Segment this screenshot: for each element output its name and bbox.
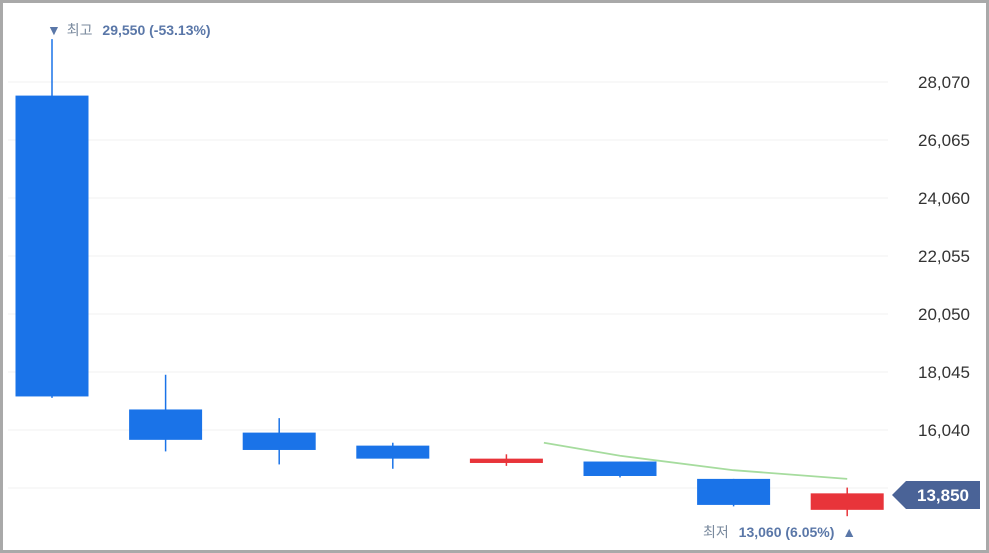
candle-body <box>810 493 884 510</box>
svg-text:▼ 최고 29,550 (-53.1: ▼ 최고 29,550 (-53.13%) <box>47 22 211 38</box>
y-tick-label: 18,045 <box>918 363 970 382</box>
candle-body <box>129 409 203 440</box>
candles <box>15 39 884 517</box>
candle-body <box>469 458 543 463</box>
low-value: 13,060 (6.05%) <box>739 524 835 540</box>
candle <box>583 461 657 478</box>
candle-body <box>697 478 771 505</box>
low-marker: ▲ <box>842 524 856 540</box>
candle-body <box>15 95 89 397</box>
high-value: 29,550 (-53.13%) <box>102 22 210 38</box>
y-tick-label: 26,065 <box>918 131 970 150</box>
candle <box>129 374 203 452</box>
candle <box>697 478 771 507</box>
svg-text:최저 13,060 (6.05%): 최저 13,060 (6.05%) ▲ <box>703 524 856 540</box>
low-annotation: 최저 13,060 (6.05%) ▲ <box>703 524 856 540</box>
candle <box>15 39 89 398</box>
high-annotation: ▼ 최고 29,550 (-53.13%) <box>47 22 211 38</box>
high-marker: ▼ <box>47 22 61 38</box>
y-tick-label: 28,070 <box>918 73 970 92</box>
current-price-badge: 13,850 <box>892 481 980 509</box>
high-label: 최고 <box>67 22 93 38</box>
y-tick-label: 16,040 <box>918 421 970 440</box>
y-tick-label: 24,060 <box>918 189 970 208</box>
low-label: 최저 <box>703 524 729 540</box>
candlestick-chart: 28,070 26,065 24,060 22,055 20,050 18,045 16,0… <box>8 22 980 540</box>
y-tick-label: 20,050 <box>918 305 970 324</box>
y-tick-label: 22,055 <box>918 247 970 266</box>
candle <box>810 487 884 517</box>
candle <box>242 418 316 465</box>
y-axis: 28,070 26,065 24,060 22,055 20,050 18,045 16,0… <box>918 73 970 440</box>
candle-body <box>583 461 657 476</box>
candle-body <box>242 432 316 450</box>
candle <box>469 454 543 466</box>
current-price-value: 13,850 <box>917 486 969 505</box>
candle-body <box>356 445 430 459</box>
candle <box>356 442 430 469</box>
